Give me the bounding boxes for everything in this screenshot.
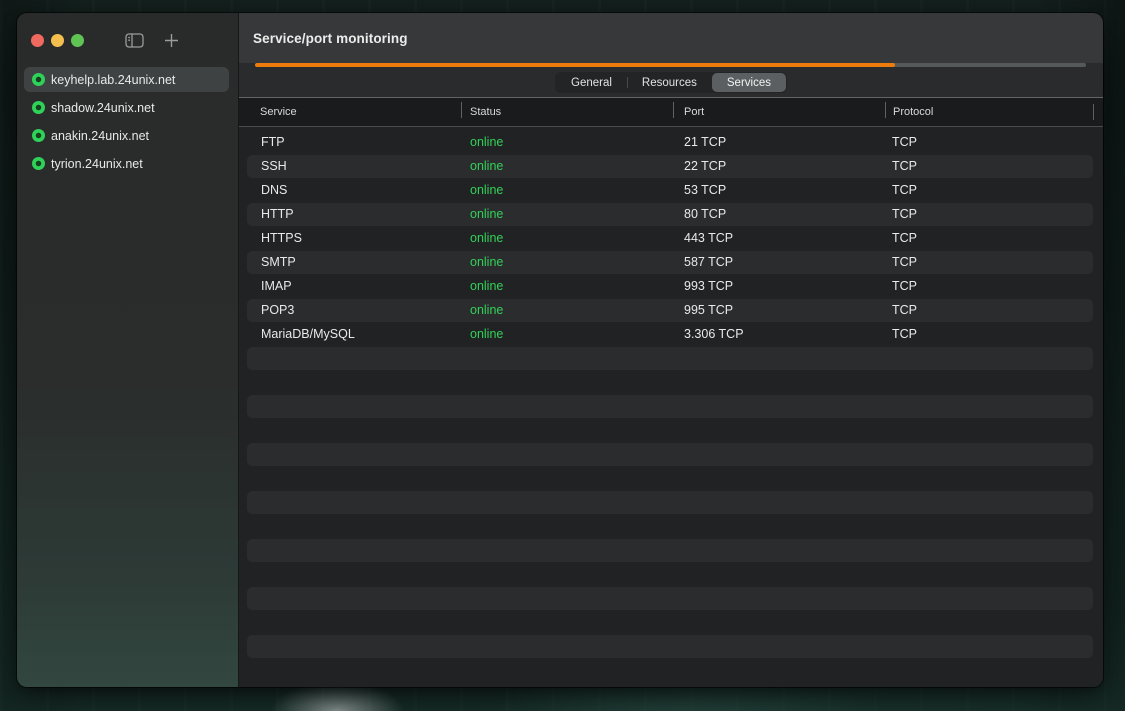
sidebar-server-item-2[interactable]: shadow.24unix.net [24,95,229,120]
server-list: keyhelp.lab.24unix.net shadow.24unix.net… [17,67,238,176]
cell-port: 443 TCP [673,231,885,245]
sidebar-server-item-3[interactable]: anakin.24unix.net [24,123,229,148]
cell-protocol: TCP [885,327,1103,341]
table-row-empty [239,394,1103,418]
table-row-empty [239,610,1103,634]
table-row-empty [239,490,1103,514]
sidebar: keyhelp.lab.24unix.net shadow.24unix.net… [17,13,239,687]
cell-service: DNS [239,183,461,197]
app-window: keyhelp.lab.24unix.net shadow.24unix.net… [17,13,1103,687]
progress-bar [255,63,1086,67]
cell-status: online [461,207,673,221]
cell-port: 993 TCP [673,279,885,293]
cell-port: 995 TCP [673,303,885,317]
server-status-online-icon [32,73,45,86]
progress-area [239,63,1103,68]
cell-service: SMTP [239,255,461,269]
table-row[interactable]: DNS online 53 TCP TCP [239,178,1103,202]
table-row-empty [239,562,1103,586]
cell-status: online [461,183,673,197]
server-label: shadow.24unix.net [51,101,155,115]
zoom-button[interactable] [71,34,84,47]
tab-strip: GeneralResourcesServices [239,68,1103,98]
cell-port: 53 TCP [673,183,885,197]
cell-service: IMAP [239,279,461,293]
table-row[interactable]: SMTP online 587 TCP TCP [239,250,1103,274]
sidebar-server-item-4[interactable]: tyrion.24unix.net [24,151,229,176]
cell-status: online [461,303,673,317]
cell-protocol: TCP [885,279,1103,293]
progress-bar-fill [255,63,895,67]
sidebar-toggle-icon[interactable] [125,33,144,48]
cell-port: 80 TCP [673,207,885,221]
content-titlebar: Service/port monitoring [239,13,1103,63]
server-status-online-icon [32,129,45,142]
cell-port: 587 TCP [673,255,885,269]
cell-service: SSH [239,159,461,173]
cell-protocol: TCP [885,303,1103,317]
table-row[interactable]: HTTPS online 443 TCP TCP [239,226,1103,250]
server-label: anakin.24unix.net [51,129,149,143]
table-row-empty [239,466,1103,490]
cell-protocol: TCP [885,255,1103,269]
table-row-empty [239,370,1103,394]
sidebar-server-item-1[interactable]: keyhelp.lab.24unix.net [24,67,229,92]
table-row[interactable]: POP3 online 995 TCP TCP [239,298,1103,322]
cell-service: MariaDB/MySQL [239,327,461,341]
tab-bar: GeneralResourcesServices [555,72,787,93]
server-label: keyhelp.lab.24unix.net [51,73,175,87]
cell-status: online [461,159,673,173]
table-body: FTP online 21 TCP TCP SSH online 22 TCP … [239,127,1103,687]
table-row[interactable]: FTP online 21 TCP TCP [239,130,1103,154]
tab-resources[interactable]: Resources [627,73,712,92]
cell-port: 21 TCP [673,135,885,149]
table-row[interactable]: HTTP online 80 TCP TCP [239,202,1103,226]
cell-status: online [461,327,673,341]
table-row[interactable]: IMAP online 993 TCP TCP [239,274,1103,298]
cell-status: online [461,135,673,149]
cell-service: HTTP [239,207,461,221]
table-row-empty [239,658,1103,682]
table-row-empty [239,634,1103,658]
cell-protocol: TCP [885,207,1103,221]
tab-services[interactable]: Services [712,73,786,92]
column-header-service: Service [239,106,461,118]
server-status-online-icon [32,101,45,114]
table-row[interactable]: MariaDB/MySQL online 3.306 TCP TCP [239,322,1103,346]
table-header: ServiceStatusPortProtocol [239,98,1103,127]
cell-status: online [461,255,673,269]
tab-general[interactable]: General [556,73,627,92]
cell-port: 3.306 TCP [673,327,885,341]
cell-status: online [461,279,673,293]
table-row-empty [239,418,1103,442]
table-row[interactable]: SSH online 22 TCP TCP [239,154,1103,178]
page-title: Service/port monitoring [253,31,408,46]
server-label: tyrion.24unix.net [51,157,143,171]
server-status-online-icon [32,157,45,170]
window-controls [17,13,238,67]
cell-protocol: TCP [885,159,1103,173]
column-header-status: Status [461,106,673,118]
close-button[interactable] [31,34,44,47]
column-header-port: Port [673,106,885,118]
table-row-empty [239,538,1103,562]
minimize-button[interactable] [51,34,64,47]
table-row-empty [239,586,1103,610]
cell-protocol: TCP [885,183,1103,197]
cell-status: online [461,231,673,245]
cell-service: FTP [239,135,461,149]
add-server-button[interactable] [164,33,179,48]
column-header-protocol: Protocol [885,106,1103,118]
cell-port: 22 TCP [673,159,885,173]
table-row-empty [239,442,1103,466]
cell-protocol: TCP [885,135,1103,149]
table-row-empty [239,514,1103,538]
content-pane: Service/port monitoring GeneralResources… [239,13,1103,687]
cell-service: POP3 [239,303,461,317]
cell-service: HTTPS [239,231,461,245]
cell-protocol: TCP [885,231,1103,245]
table-row-empty [239,346,1103,370]
